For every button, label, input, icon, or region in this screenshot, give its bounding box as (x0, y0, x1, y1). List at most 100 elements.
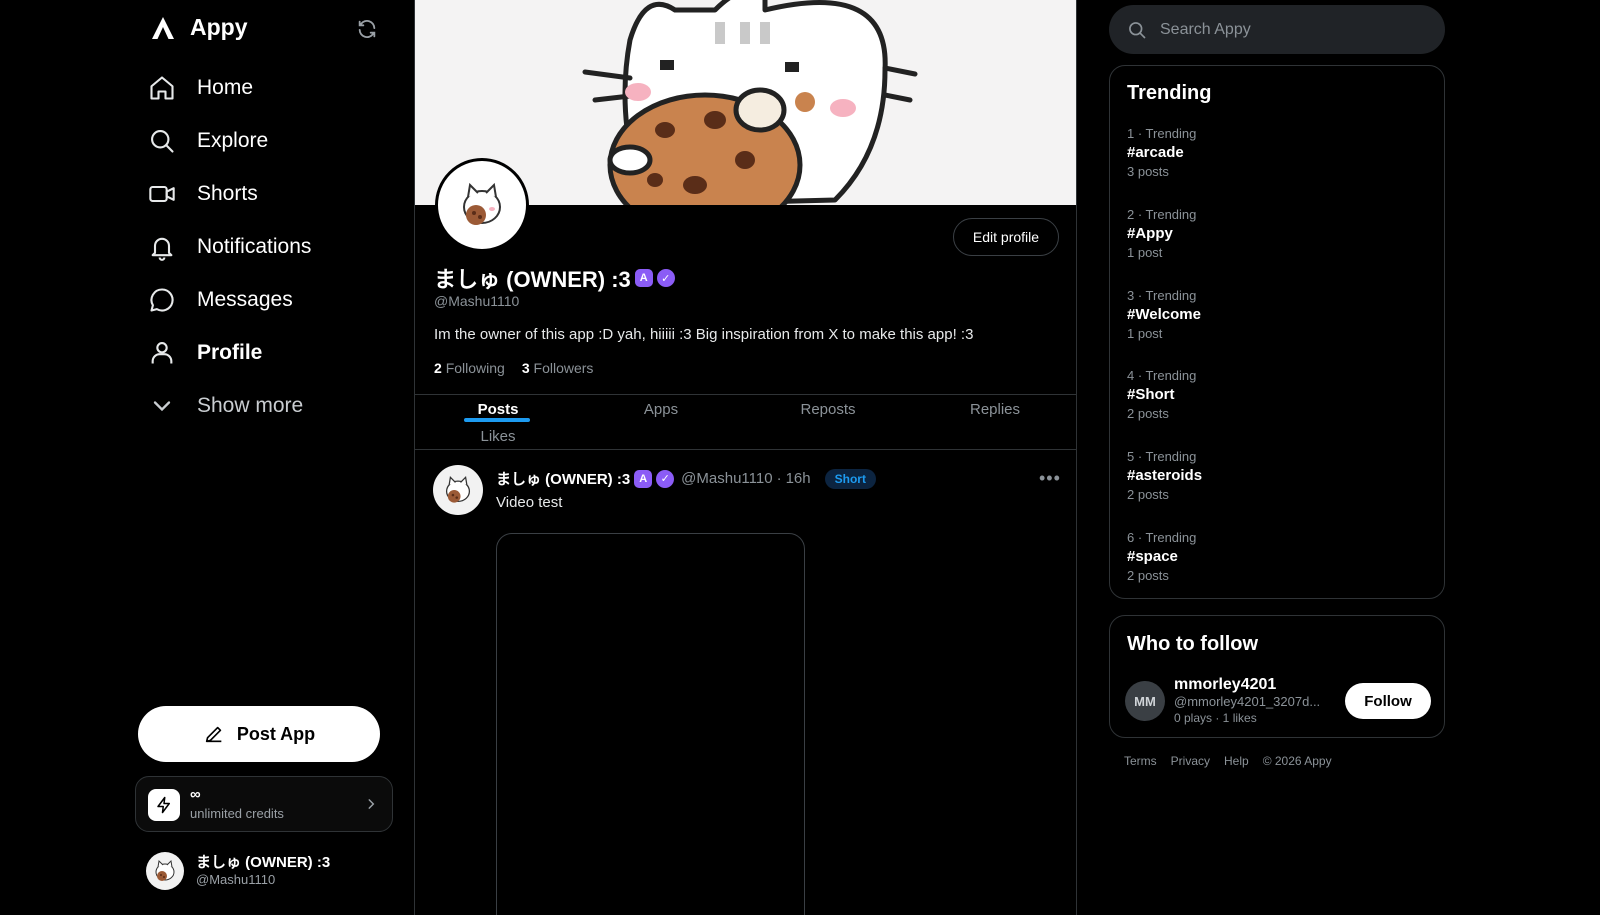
tab-apps[interactable]: Apps (631, 401, 691, 418)
trending-count: 2 posts (1127, 487, 1169, 502)
trending-count: 2 posts (1127, 568, 1169, 583)
tab-likes[interactable]: Likes (468, 428, 528, 445)
nav-messages[interactable]: Messages (148, 280, 293, 320)
nav-show-more-label: Show more (197, 394, 304, 417)
credits-label: unlimited credits (190, 806, 284, 821)
pen-icon (203, 723, 225, 745)
display-name-text: ましゅ (OWNER) :3 (434, 267, 631, 292)
trending-item[interactable]: 3 · Trending #Welcome 1 post (1127, 288, 1201, 341)
footer-help[interactable]: Help (1224, 754, 1249, 768)
account-name: ましゅ (OWNER) :3 (196, 854, 331, 871)
chevron-down-icon (148, 392, 176, 420)
trending-item[interactable]: 2 · Trending #Appy 1 post (1127, 207, 1196, 260)
account-handle: @Mashu1110 (196, 872, 276, 887)
post-app-button[interactable]: Post App (138, 706, 380, 762)
following-link[interactable]: 2 Following (434, 360, 505, 376)
appy-logo-icon (150, 15, 176, 41)
suggested-stats: 0 plays · 1 likes (1174, 711, 1257, 725)
verified-icon: ✓ (656, 269, 675, 287)
trending-card: Trending 1 · Trending #arcade 3 posts 2 … (1109, 65, 1445, 599)
search-bar[interactable]: Search Appy (1109, 5, 1445, 54)
trending-item[interactable]: 4 · Trending #Short 2 posts (1127, 368, 1196, 421)
footer-terms[interactable]: Terms (1124, 754, 1157, 768)
trending-tag: #asteroids (1127, 467, 1203, 484)
followers-count: 3 (521, 360, 530, 376)
trending-meta: 5 · Trending (1127, 449, 1197, 464)
follow-button[interactable]: Follow (1345, 683, 1431, 719)
active-tab-indicator (464, 418, 530, 422)
left-sidebar: Appy Home Explore Shorts Notifications M… (0, 0, 414, 915)
trending-tag: #arcade (1127, 144, 1184, 161)
search-input[interactable]: Search Appy (1160, 21, 1251, 39)
chevron-right-icon (364, 797, 378, 811)
more-options-icon[interactable]: ••• (1039, 468, 1061, 489)
profile-main: Edit profile ましゅ (OWNER) :3 A ✓ @Mashu11… (414, 0, 1077, 915)
user-icon (148, 339, 176, 367)
account-switcher[interactable]: ましゅ (OWNER) :3 @Mashu1110 (146, 852, 330, 890)
nav-notifications[interactable]: Notifications (148, 227, 311, 267)
search-icon (148, 127, 176, 155)
profile-handle: @Mashu1110 (434, 293, 520, 309)
post-author-name[interactable]: ましゅ (OWNER) :3 (496, 468, 630, 489)
nav-profile-label: Profile (197, 341, 263, 364)
footer-links: Terms Privacy Help © 2026 Appy (1124, 754, 1332, 768)
profile-bio: Im the owner of this app :D yah, hiiiii … (434, 326, 974, 343)
trending-item[interactable]: 1 · Trending #arcade 3 posts (1127, 126, 1196, 179)
trending-count: 2 posts (1127, 406, 1169, 421)
trending-count: 1 post (1127, 245, 1163, 260)
trending-title: Trending (1127, 82, 1212, 104)
nav-notifications-label: Notifications (197, 235, 312, 258)
trending-meta: 4 · Trending (1127, 368, 1197, 383)
credits-card[interactable]: ∞ unlimited credits (135, 776, 393, 832)
nav-explore[interactable]: Explore (148, 121, 268, 161)
followers-label: Followers (533, 360, 594, 376)
trending-tag: #Appy (1127, 225, 1173, 242)
trending-tag: #Short (1127, 386, 1175, 403)
nav-show-more[interactable]: Show more (148, 386, 303, 426)
app-name: Appy (190, 14, 248, 40)
post-separator: · (776, 470, 782, 487)
nav-profile[interactable]: Profile (148, 333, 262, 373)
nav-explore-label: Explore (197, 129, 269, 152)
verified-icon: ✓ (656, 469, 675, 488)
post-app-label: Post App (236, 723, 316, 744)
tab-posts[interactable]: Posts (468, 401, 528, 418)
profile-display-name: ましゅ (OWNER) :3 A ✓ (434, 262, 675, 294)
trending-item[interactable]: 5 · Trending #asteroids 2 posts (1127, 449, 1202, 502)
trending-meta: 6 · Trending (1127, 530, 1197, 545)
trending-meta: 1 · Trending (1127, 126, 1197, 141)
suggested-user[interactable]: mmorley4201 @mmorley4201_3207d... 0 play… (1174, 676, 1334, 727)
avatar[interactable]: MM (1125, 681, 1165, 721)
app-brand[interactable]: Appy (150, 14, 248, 41)
trending-item[interactable]: 6 · Trending #space 2 posts (1127, 530, 1196, 583)
post-video[interactable] (496, 533, 805, 915)
credits-amount: ∞ (190, 786, 201, 803)
followers-link[interactable]: 3 Followers (522, 360, 594, 376)
following-label: Following (445, 360, 505, 376)
post-text: Video test (496, 494, 563, 511)
nav-home[interactable]: Home (148, 68, 253, 108)
tab-replies[interactable]: Replies (955, 401, 1035, 418)
nav-shorts[interactable]: Shorts (148, 174, 258, 214)
post-time: 16h (785, 470, 811, 487)
app-badge-icon: A (634, 469, 653, 488)
home-icon (148, 74, 176, 102)
trending-count: 3 posts (1127, 164, 1169, 179)
post-author-handle: @Mashu1110 (681, 470, 773, 487)
trending-tag: #Welcome (1127, 306, 1201, 323)
trending-count: 1 post (1127, 326, 1163, 341)
tab-reposts[interactable]: Reposts (783, 401, 873, 418)
edit-profile-button[interactable]: Edit profile (953, 218, 1059, 256)
profile-stats: 2 Following 3 Followers (434, 360, 593, 376)
profile-avatar[interactable] (435, 158, 529, 252)
search-icon (1127, 20, 1147, 40)
suggested-username: mmorley4201 (1174, 676, 1277, 693)
following-count: 2 (434, 360, 442, 376)
trending-tag: #space (1127, 548, 1178, 565)
lightning-icon (148, 789, 180, 821)
post-author-avatar[interactable] (433, 465, 483, 515)
footer-privacy[interactable]: Privacy (1171, 754, 1210, 768)
nav-home-label: Home (197, 76, 254, 99)
refresh-icon[interactable] (356, 18, 380, 42)
footer-copyright: © 2026 Appy (1262, 754, 1332, 768)
